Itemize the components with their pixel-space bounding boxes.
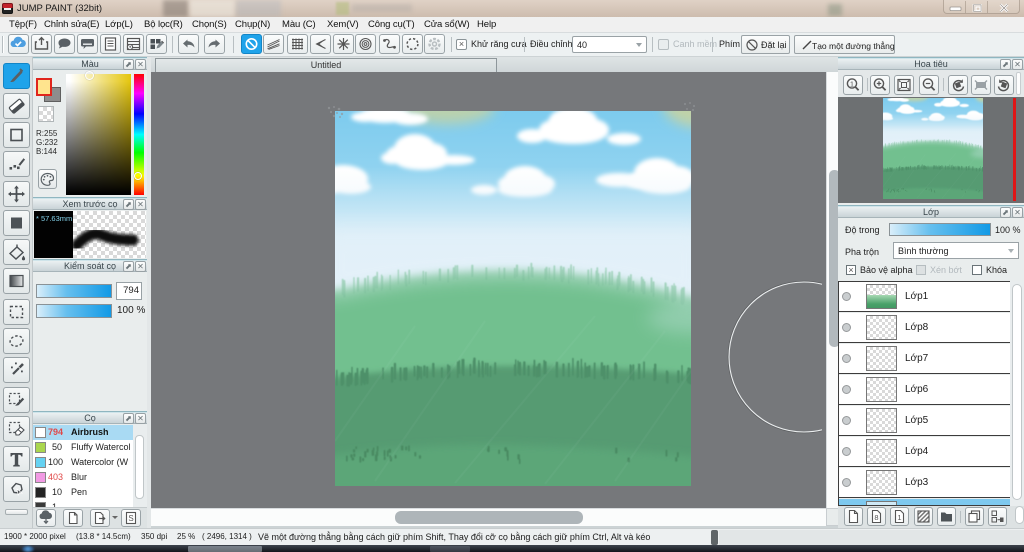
svg-text:8: 8	[874, 513, 878, 522]
svg-text:1: 1	[897, 513, 901, 522]
svg-text:1: 1	[850, 79, 854, 88]
svg-text:S: S	[128, 514, 133, 523]
